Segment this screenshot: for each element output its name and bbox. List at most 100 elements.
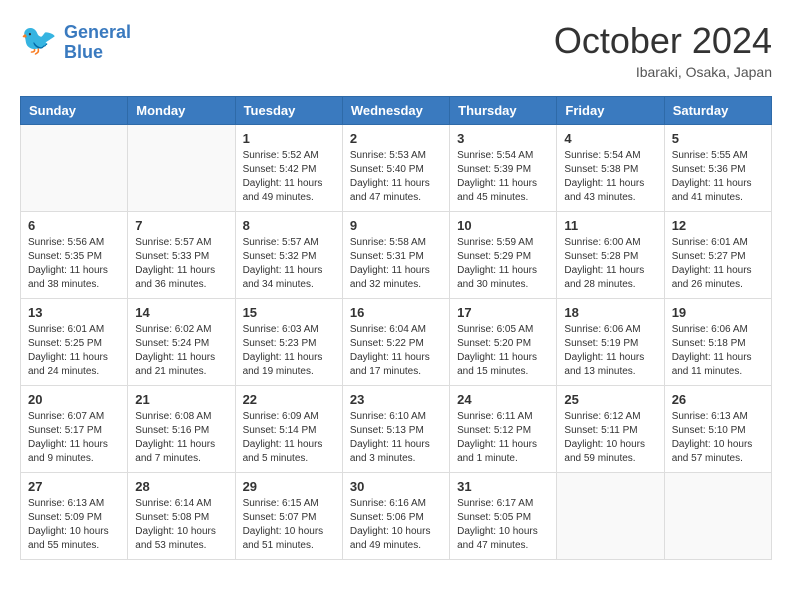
day-number: 10	[457, 218, 549, 233]
day-info: Sunrise: 6:08 AMSunset: 5:16 PMDaylight:…	[135, 410, 227, 466]
table-row: 28 Sunrise: 6:14 AMSunset: 5:08 PMDayligh…	[128, 473, 235, 560]
day-number: 25	[564, 392, 656, 407]
day-number: 7	[135, 218, 227, 233]
day-info: Sunrise: 6:01 AMSunset: 5:27 PMDaylight:…	[672, 236, 764, 292]
day-info: Sunrise: 6:06 AMSunset: 5:18 PMDaylight:…	[672, 323, 764, 379]
svg-text:🐦: 🐦	[20, 24, 57, 57]
day-number: 6	[28, 218, 120, 233]
day-number: 5	[672, 131, 764, 146]
day-number: 11	[564, 218, 656, 233]
day-info: Sunrise: 5:52 AMSunset: 5:42 PMDaylight:…	[243, 149, 335, 205]
logo-text: General Blue	[64, 23, 131, 63]
table-row	[664, 473, 771, 560]
calendar-header-row: Sunday Monday Tuesday Wednesday Thursday…	[21, 97, 772, 125]
day-number: 23	[350, 392, 442, 407]
day-info: Sunrise: 5:54 AMSunset: 5:39 PMDaylight:…	[457, 149, 549, 205]
day-number: 17	[457, 305, 549, 320]
col-sunday: Sunday	[21, 97, 128, 125]
logo: 🐦 General Blue	[20, 20, 131, 65]
table-row	[557, 473, 664, 560]
day-info: Sunrise: 5:54 AMSunset: 5:38 PMDaylight:…	[564, 149, 656, 205]
table-row: 3 Sunrise: 5:54 AMSunset: 5:39 PMDaylight…	[450, 125, 557, 212]
day-number: 8	[243, 218, 335, 233]
table-row: 21Sunrise: 6:08 AMSunset: 5:16 PMDayligh…	[128, 386, 235, 473]
table-row: 15Sunrise: 6:03 AMSunset: 5:23 PMDayligh…	[235, 299, 342, 386]
table-row: 4 Sunrise: 5:54 AMSunset: 5:38 PMDaylight…	[557, 125, 664, 212]
month-title: October 2024	[554, 20, 772, 62]
day-info: Sunrise: 5:59 AMSunset: 5:29 PMDaylight:…	[457, 236, 549, 292]
day-info: Sunrise: 6:00 AMSunset: 5:28 PMDaylight:…	[564, 236, 656, 292]
day-number: 14	[135, 305, 227, 320]
day-number: 16	[350, 305, 442, 320]
table-row: 30 Sunrise: 6:16 AMSunset: 5:06 PMDayligh…	[342, 473, 449, 560]
day-number: 3	[457, 131, 549, 146]
day-info: Sunrise: 6:17 AMSunset: 5:05 PMDaylight:…	[457, 497, 549, 553]
day-info: Sunrise: 6:09 AMSunset: 5:14 PMDaylight:…	[243, 410, 335, 466]
day-number: 13	[28, 305, 120, 320]
logo-icon: 🐦	[20, 20, 60, 60]
col-tuesday: Tuesday	[235, 97, 342, 125]
day-number: 29	[243, 479, 335, 494]
day-info: Sunrise: 5:57 AMSunset: 5:33 PMDaylight:…	[135, 236, 227, 292]
page-header: 🐦 General Blue October 2024 Ibaraki, Osa…	[20, 20, 772, 80]
day-number: 2	[350, 131, 442, 146]
table-row: 25Sunrise: 6:12 AMSunset: 5:11 PMDayligh…	[557, 386, 664, 473]
calendar-row: 1 Sunrise: 5:52 AMSunset: 5:42 PMDaylight…	[21, 125, 772, 212]
table-row	[21, 125, 128, 212]
day-info: Sunrise: 6:05 AMSunset: 5:20 PMDaylight:…	[457, 323, 549, 379]
table-row: 26Sunrise: 6:13 AMSunset: 5:10 PMDayligh…	[664, 386, 771, 473]
col-thursday: Thursday	[450, 97, 557, 125]
day-number: 15	[243, 305, 335, 320]
day-number: 19	[672, 305, 764, 320]
table-row: 8 Sunrise: 5:57 AMSunset: 5:32 PMDaylight…	[235, 212, 342, 299]
calendar-row: 20Sunrise: 6:07 AMSunset: 5:17 PMDayligh…	[21, 386, 772, 473]
table-row: 23Sunrise: 6:10 AMSunset: 5:13 PMDayligh…	[342, 386, 449, 473]
day-info: Sunrise: 6:16 AMSunset: 5:06 PMDaylight:…	[350, 497, 442, 553]
day-info: Sunrise: 5:56 AMSunset: 5:35 PMDaylight:…	[28, 236, 120, 292]
day-number: 12	[672, 218, 764, 233]
col-saturday: Saturday	[664, 97, 771, 125]
table-row: 12 Sunrise: 6:01 AMSunset: 5:27 PMDayligh…	[664, 212, 771, 299]
table-row: 9Sunrise: 5:58 AMSunset: 5:31 PMDaylight…	[342, 212, 449, 299]
table-row: 6 Sunrise: 5:56 AMSunset: 5:35 PMDaylight…	[21, 212, 128, 299]
calendar-row: 6 Sunrise: 5:56 AMSunset: 5:35 PMDaylight…	[21, 212, 772, 299]
day-number: 28	[135, 479, 227, 494]
day-info: Sunrise: 6:06 AMSunset: 5:19 PMDaylight:…	[564, 323, 656, 379]
day-number: 26	[672, 392, 764, 407]
location: Ibaraki, Osaka, Japan	[554, 64, 772, 80]
table-row: 11 Sunrise: 6:00 AMSunset: 5:28 PMDayligh…	[557, 212, 664, 299]
title-block: October 2024 Ibaraki, Osaka, Japan	[554, 20, 772, 80]
col-wednesday: Wednesday	[342, 97, 449, 125]
day-number: 22	[243, 392, 335, 407]
table-row: 19 Sunrise: 6:06 AMSunset: 5:18 PMDayligh…	[664, 299, 771, 386]
day-number: 30	[350, 479, 442, 494]
calendar-row: 27Sunrise: 6:13 AMSunset: 5:09 PMDayligh…	[21, 473, 772, 560]
table-row: 10 Sunrise: 5:59 AMSunset: 5:29 PMDayligh…	[450, 212, 557, 299]
table-row: 16 Sunrise: 6:04 AMSunset: 5:22 PMDayligh…	[342, 299, 449, 386]
table-row: 29 Sunrise: 6:15 AMSunset: 5:07 PMDayligh…	[235, 473, 342, 560]
day-number: 9	[350, 218, 442, 233]
day-number: 1	[243, 131, 335, 146]
day-info: Sunrise: 6:11 AMSunset: 5:12 PMDaylight:…	[457, 410, 549, 466]
day-info: Sunrise: 6:04 AMSunset: 5:22 PMDaylight:…	[350, 323, 442, 379]
day-info: Sunrise: 6:15 AMSunset: 5:07 PMDaylight:…	[243, 497, 335, 553]
table-row: 13 Sunrise: 6:01 AMSunset: 5:25 PMDayligh…	[21, 299, 128, 386]
table-row: 5 Sunrise: 5:55 AMSunset: 5:36 PMDaylight…	[664, 125, 771, 212]
day-number: 4	[564, 131, 656, 146]
day-number: 24	[457, 392, 549, 407]
table-row: 1 Sunrise: 5:52 AMSunset: 5:42 PMDaylight…	[235, 125, 342, 212]
day-number: 18	[564, 305, 656, 320]
day-info: Sunrise: 6:01 AMSunset: 5:25 PMDaylight:…	[28, 323, 120, 379]
col-monday: Monday	[128, 97, 235, 125]
table-row: 7 Sunrise: 5:57 AMSunset: 5:33 PMDaylight…	[128, 212, 235, 299]
col-friday: Friday	[557, 97, 664, 125]
day-info: Sunrise: 6:14 AMSunset: 5:08 PMDaylight:…	[135, 497, 227, 553]
table-row: 18 Sunrise: 6:06 AMSunset: 5:19 PMDayligh…	[557, 299, 664, 386]
table-row: 14Sunrise: 6:02 AMSunset: 5:24 PMDayligh…	[128, 299, 235, 386]
day-info: Sunrise: 6:13 AMSunset: 5:09 PMDaylight:…	[28, 497, 120, 553]
day-info: Sunrise: 5:57 AMSunset: 5:32 PMDaylight:…	[243, 236, 335, 292]
table-row	[128, 125, 235, 212]
day-info: Sunrise: 5:55 AMSunset: 5:36 PMDaylight:…	[672, 149, 764, 205]
calendar-table: Sunday Monday Tuesday Wednesday Thursday…	[20, 96, 772, 560]
table-row: 17 Sunrise: 6:05 AMSunset: 5:20 PMDayligh…	[450, 299, 557, 386]
